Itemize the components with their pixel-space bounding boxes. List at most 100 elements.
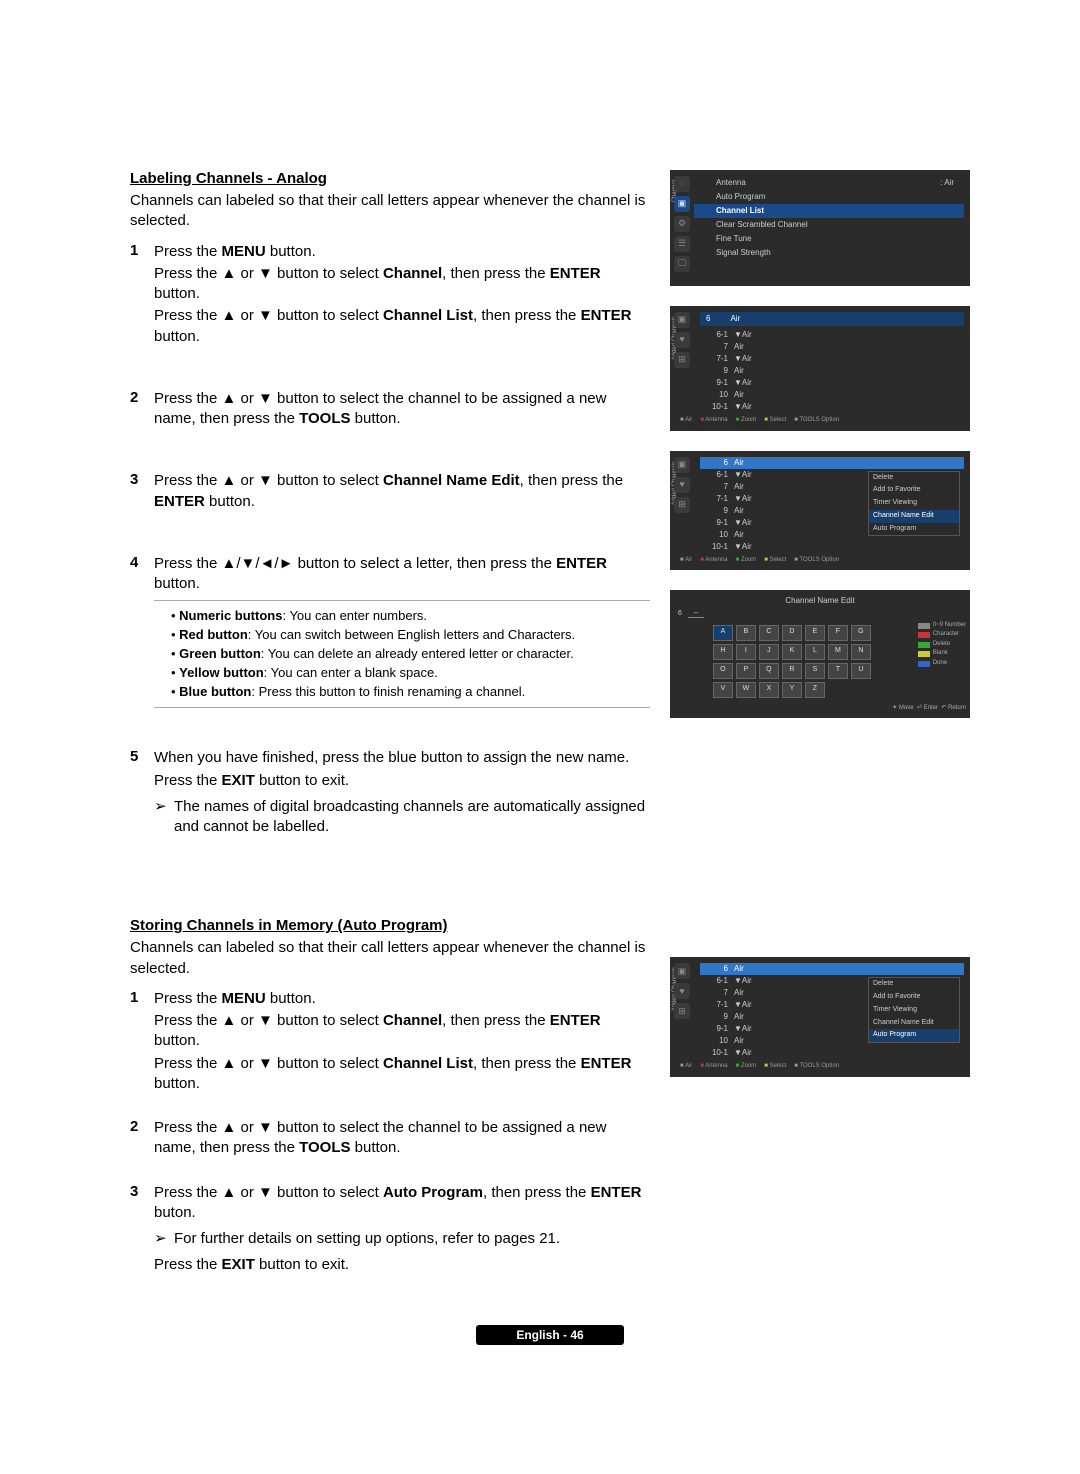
step-number: 5	[130, 748, 154, 837]
list-icon-column: ▣ ♥ ⊞	[674, 457, 690, 513]
key: K	[782, 644, 802, 660]
manual-page: Labeling Channels - Analog Channels can …	[0, 0, 1080, 1402]
note-icon: ➢	[154, 1229, 174, 1249]
t: TOOLS Option	[794, 1063, 839, 1071]
t: button to exit.	[255, 772, 349, 789]
list-row: 7-1▼Air	[700, 353, 964, 365]
key: T	[828, 663, 848, 679]
t: Press the ▲ or ▼ button to select	[154, 1184, 383, 1201]
t: ENTER	[581, 307, 632, 324]
t: ENTER	[581, 1055, 632, 1072]
key: W	[736, 682, 756, 698]
step-body: Press the ▲ or ▼ button to select Channe…	[154, 471, 650, 514]
menu-icon: ▣	[674, 457, 690, 473]
menu-icon: ▣	[674, 196, 690, 212]
list-row: 7Air	[700, 341, 964, 353]
step-3: 3 Press the ▲ or ▼ button to select Chan…	[130, 471, 650, 514]
t: TOOLS	[299, 1139, 350, 1156]
t: button to exit.	[255, 1256, 349, 1273]
t: ⏎ Enter	[917, 705, 938, 711]
hints: Air Antenna Zoom Select TOOLS Option	[676, 1063, 964, 1071]
legend-row: Delete	[918, 641, 966, 649]
menu-icon-column: ◌ ▣ ⚙ ☰ 🖵	[674, 176, 690, 272]
t: Air	[680, 1063, 692, 1071]
key: I	[736, 644, 756, 660]
tools-popup: DeleteAdd to FavoriteTimer ViewingChanne…	[868, 471, 960, 537]
t: Air	[680, 557, 692, 565]
t: Zoom	[736, 557, 757, 565]
menu-item: Channel List	[694, 204, 964, 218]
note-text: For further details on setting up option…	[174, 1229, 560, 1249]
key: N	[851, 644, 871, 660]
menu-item: Fine Tune	[694, 232, 964, 246]
list-row: 9-1▼Air	[700, 377, 964, 389]
t: 6	[706, 314, 710, 324]
storing-intro: Channels can labeled so that their call …	[130, 938, 650, 979]
t: TOOLS Option	[794, 417, 839, 425]
list-row: 10-1▼Air	[700, 401, 964, 413]
legend-row: Done	[918, 660, 966, 668]
t: Select	[764, 1063, 786, 1071]
legend-row: Blank	[918, 650, 966, 658]
t: buton.	[154, 1204, 196, 1221]
t: Press the	[154, 772, 222, 789]
key: V	[713, 682, 733, 698]
kb-title: Channel Name Edit	[674, 596, 966, 606]
popup-item: Delete	[869, 978, 959, 991]
menu-item: Antenna: Air	[694, 176, 964, 190]
menu-icon: 🖵	[674, 256, 690, 272]
t: button.	[154, 285, 200, 302]
t: ↶ Return	[941, 705, 966, 711]
t: Press the ▲ or ▼ button to select	[154, 1055, 383, 1072]
t: 6	[678, 610, 682, 617]
t: Channel	[383, 265, 442, 282]
menu-item: Signal Strength	[694, 246, 964, 260]
menu-icon: ⚙	[674, 216, 690, 232]
t: Select	[764, 557, 786, 565]
t: Channel	[383, 1012, 442, 1029]
t: Numeric buttons	[179, 608, 282, 623]
t: Press the ▲ or ▼ button to select	[154, 1012, 383, 1029]
t: Green button	[179, 646, 261, 661]
step-number: 1	[130, 989, 154, 1096]
step-2: 2 Press the ▲ or ▼ button to select the …	[130, 389, 650, 432]
menu-icon: ☰	[674, 236, 690, 252]
popup-item: Channel Name Edit	[869, 1017, 959, 1030]
t: button.	[266, 243, 316, 260]
t: Press the	[154, 1256, 222, 1273]
popup-item: Add to Favorite	[869, 991, 959, 1004]
menu-icon: ⊞	[674, 352, 690, 368]
key: J	[759, 644, 779, 660]
labeling-intro: Channels can labeled so that their call …	[130, 191, 650, 232]
menu-icon: ♥	[674, 983, 690, 999]
key: L	[805, 644, 825, 660]
t: ENTER	[550, 265, 601, 282]
t: Channel List	[383, 1055, 473, 1072]
step-5: 5 When you have finished, press the blue…	[130, 748, 650, 837]
t: , then press the	[473, 1055, 581, 1072]
t: : You can switch between English letters…	[248, 627, 575, 642]
t: Zoom	[736, 417, 757, 425]
t: ENTER	[556, 555, 607, 572]
key: H	[713, 644, 733, 660]
step-body: When you have finished, press the blue b…	[154, 748, 650, 837]
legend-row: Character	[918, 631, 966, 639]
key: A	[713, 625, 733, 641]
t: ✦ Move	[892, 705, 913, 711]
key: M	[828, 644, 848, 660]
legend-row: 0~9 Number	[918, 622, 966, 630]
menu-icon: ◌	[674, 176, 690, 192]
t: button.	[351, 1139, 401, 1156]
key: C	[759, 625, 779, 641]
t: Press the ▲ or ▼ button to select	[154, 265, 383, 282]
note-icon: ➢	[154, 797, 174, 838]
page-footer: English - 46	[130, 1328, 970, 1342]
key: S	[805, 663, 825, 679]
menu-item: Auto Program	[694, 190, 964, 204]
popup-item: Channel Name Edit	[869, 510, 959, 523]
t: Press the	[154, 243, 222, 260]
t: : You can enter a blank space.	[264, 665, 438, 680]
step-number: 2	[130, 1118, 154, 1161]
key: Q	[759, 663, 779, 679]
t: Antenna	[700, 1063, 727, 1071]
